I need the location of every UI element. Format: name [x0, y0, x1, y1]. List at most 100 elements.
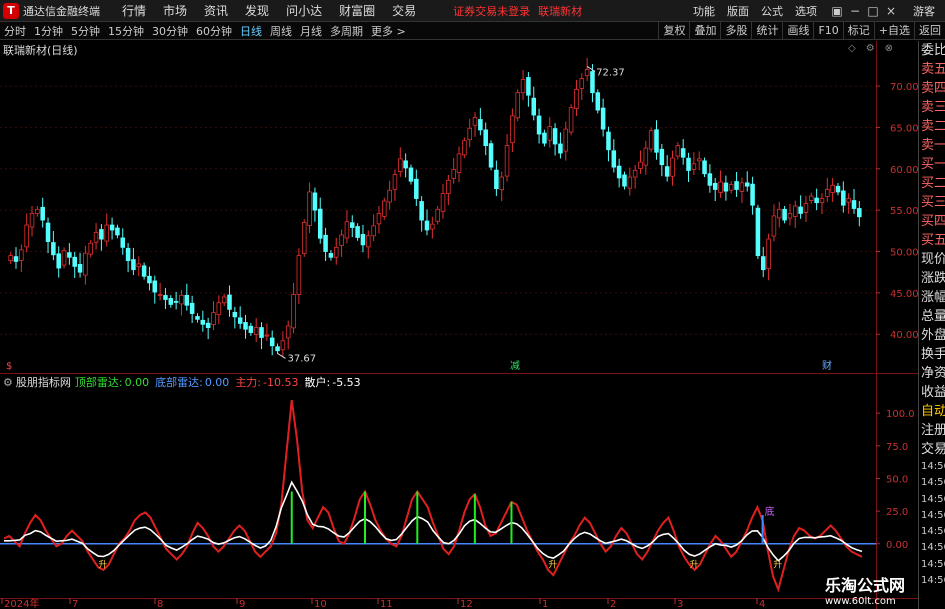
draw-line-button[interactable]: 画线 [782, 22, 813, 40]
sidebar-change[interactable]: 涨跌 [919, 269, 945, 288]
candle-body [40, 206, 45, 221]
main-force-value: -10.53 [263, 375, 299, 389]
period-multi[interactable]: 多周期 [326, 23, 367, 39]
period-15min[interactable]: 15分钟 [104, 23, 148, 39]
period-weekly[interactable]: 周线 [266, 23, 296, 39]
sidebar-turnover[interactable]: 换手 [919, 345, 945, 364]
candle-body [93, 232, 99, 243]
candle-body [163, 295, 168, 300]
candlestick-chart[interactable]: 72.3737.67$ 减财 70.0065.0060.0055.0050.004… [0, 41, 918, 609]
menu-function[interactable]: 功能 [693, 3, 715, 19]
menu-market[interactable]: 市场 [163, 2, 187, 19]
back-button[interactable]: 返回 [914, 22, 945, 40]
sidebar-bid5[interactable]: 买五 [919, 231, 945, 250]
menu-formula[interactable]: 公式 [761, 3, 783, 19]
sidebar-outer[interactable]: 外盘 [919, 326, 945, 345]
mark-button[interactable]: 标记 [842, 22, 874, 40]
indicator-settings-icon[interactable]: ⚙ [3, 376, 13, 389]
price-tick-label: 55.00 [890, 206, 918, 217]
restore-rights-button[interactable]: 复权 [658, 22, 689, 40]
candle-body [841, 190, 846, 206]
f10-button[interactable]: F10 [813, 22, 842, 40]
event-marker: 财 [822, 359, 832, 372]
sidebar-volume[interactable]: 总量 [919, 307, 945, 326]
menu-options[interactable]: 选项 [795, 3, 817, 19]
sidebar-bid4[interactable]: 买四 [919, 212, 945, 231]
candle-body [707, 173, 713, 186]
period-5min[interactable]: 5分钟 [67, 23, 104, 39]
sidebar-trade[interactable]: 交易 [919, 440, 945, 459]
candle-body [51, 242, 56, 256]
candle-body [632, 170, 638, 178]
sidebar-price[interactable]: 现价 [919, 250, 945, 269]
menu-discover[interactable]: 发现 [245, 2, 269, 19]
candle-body [760, 256, 766, 271]
add-watchlist-button[interactable]: +自选 [873, 22, 914, 40]
sidebar-bid2[interactable]: 买二 [919, 174, 945, 193]
period-1min[interactable]: 1分钟 [30, 23, 67, 39]
sidebar-bid-ratio[interactable]: 委比 [919, 41, 945, 60]
candle-body [686, 157, 691, 171]
candle-body [718, 181, 723, 193]
login-notice[interactable]: 证券交易未登录 [453, 3, 530, 19]
sidebar-ask2[interactable]: 卖二 [919, 117, 945, 136]
period-intraday[interactable]: 分时 [0, 23, 30, 39]
candle-body [152, 280, 158, 293]
menu-wealth[interactable]: 财富圈 [339, 2, 375, 19]
candle-body [141, 265, 147, 277]
date-divider [0, 598, 918, 599]
candle-body [99, 229, 104, 240]
candle-body [568, 107, 574, 133]
candle-body [13, 256, 19, 262]
period-more[interactable]: 更多 > [367, 23, 410, 39]
candle-body [494, 169, 499, 190]
period-monthly[interactable]: 月线 [296, 23, 326, 39]
watermark: 乐淘公式网 www.60lt.com [825, 572, 925, 607]
guest-user[interactable]: 游客 [913, 3, 935, 19]
multi-stock-button[interactable]: 多股 [720, 22, 751, 40]
sidebar-auto[interactable]: 自动 [919, 402, 945, 421]
candle-body [77, 263, 83, 273]
sidebar-net-assets[interactable]: 净资 [919, 364, 945, 383]
candle-body [579, 78, 585, 89]
candle-body [227, 294, 232, 310]
candle-body [670, 157, 675, 177]
candle-body [520, 79, 526, 94]
skin-icon[interactable]: ▣ [829, 4, 845, 18]
sidebar-bid1[interactable]: 买一 [919, 155, 945, 174]
sidebar-earnings[interactable]: 收益 [919, 383, 945, 402]
sidebar-bid3[interactable]: 买三 [919, 193, 945, 212]
candle-body [398, 158, 403, 172]
stats-button[interactable]: 统计 [751, 22, 782, 40]
minimize-icon[interactable]: − [847, 4, 863, 18]
candle-body [798, 206, 803, 214]
menu-trade[interactable]: 交易 [392, 2, 416, 19]
sidebar-change-pct[interactable]: 涨幅 [919, 288, 945, 307]
sidebar-ask4[interactable]: 卖四 [919, 79, 945, 98]
period-daily[interactable]: 日线 [236, 23, 266, 39]
menu-ask[interactable]: 问小达 [286, 2, 322, 19]
maximize-icon[interactable]: □ [865, 4, 881, 18]
sidebar-register[interactable]: 注册 [919, 421, 945, 440]
candle-body [125, 247, 131, 261]
period-30min[interactable]: 30分钟 [148, 23, 192, 39]
date-label: 10 [314, 599, 327, 609]
close-icon[interactable]: × [883, 4, 899, 18]
menu-quotes[interactable]: 行情 [122, 2, 146, 19]
sidebar-ask3[interactable]: 卖三 [919, 98, 945, 117]
overlay-button[interactable]: 叠加 [689, 22, 720, 40]
date-label: 12 [460, 599, 473, 609]
candle-body [147, 275, 152, 284]
candle-body [563, 128, 569, 152]
period-60min[interactable]: 60分钟 [192, 23, 236, 39]
sidebar-ask1[interactable]: 卖一 [919, 136, 945, 155]
sidebar-ask5[interactable]: 卖五 [919, 60, 945, 79]
tick-time: 14:56 [921, 542, 945, 554]
menu-news[interactable]: 资讯 [204, 2, 228, 19]
period-bar: 分时 1分钟 5分钟 15分钟 30分钟 60分钟 日线 周线 月线 多周期 更… [0, 22, 945, 40]
tick-time: 14:56 [921, 493, 945, 505]
candle-body [237, 317, 243, 324]
menu-layout[interactable]: 版面 [727, 3, 749, 19]
indicator-name[interactable]: 股朋指标网 [16, 374, 71, 390]
candle-body [606, 131, 611, 151]
